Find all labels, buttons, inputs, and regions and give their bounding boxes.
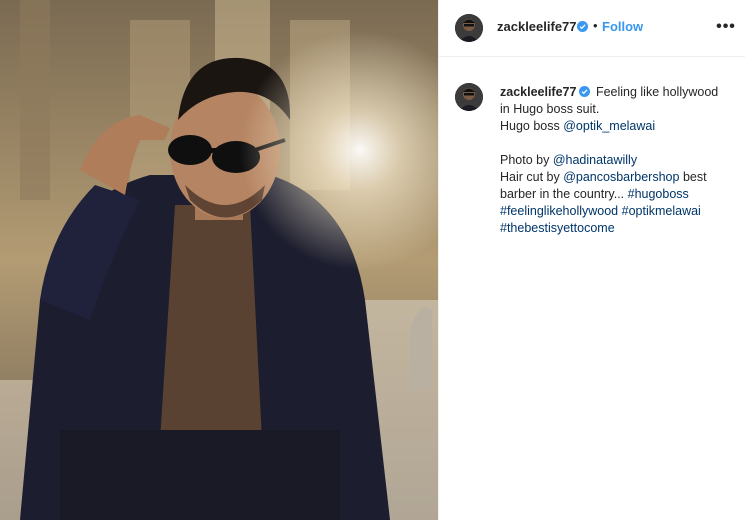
mention-hadinatawilly[interactable]: @hadinatawilly [553, 153, 637, 167]
caption-author-avatar[interactable] [455, 83, 483, 111]
hashtag-link[interactable]: #optikmelawai [622, 204, 701, 218]
post-photo[interactable] [0, 0, 438, 520]
verified-badge-icon [579, 86, 591, 97]
post-header: zackleelife77 • Follow ••• [439, 0, 745, 57]
caption-line4-text: Hair cut by [500, 170, 564, 184]
profile-avatar-icon [455, 14, 483, 42]
instagram-post: zackleelife77 • Follow ••• zackleelife77… [0, 0, 745, 520]
caption-line2-text: Hugo boss [500, 119, 564, 133]
more-options-icon[interactable]: ••• [716, 17, 736, 37]
caption-text: zackleelife77 Feeling like hollywood in … [500, 84, 730, 237]
author-username[interactable]: zackleelife77 [497, 19, 577, 34]
follow-button[interactable]: Follow [602, 19, 643, 34]
caption-username[interactable]: zackleelife77 [500, 85, 576, 99]
hashtag-link[interactable]: #hugoboss [628, 187, 689, 201]
author-avatar[interactable] [455, 14, 483, 42]
caption-line3-text: Photo by [500, 153, 553, 167]
hashtag-link[interactable]: #feelinglikehollywood [500, 204, 618, 218]
post-side-panel: zackleelife77 • Follow ••• zackleelife77… [438, 0, 745, 520]
separator-dot: • [593, 18, 598, 33]
profile-avatar-icon [455, 83, 483, 111]
hashtag-link[interactable]: #thebestisyettocome [500, 221, 615, 235]
mention-optik-melawai[interactable]: @optik_melawai [563, 119, 655, 133]
verified-badge-icon [577, 21, 588, 32]
post-photo-illustration [0, 0, 438, 520]
mention-pancosbarbershop[interactable]: @pancosbarbershop [563, 170, 679, 184]
